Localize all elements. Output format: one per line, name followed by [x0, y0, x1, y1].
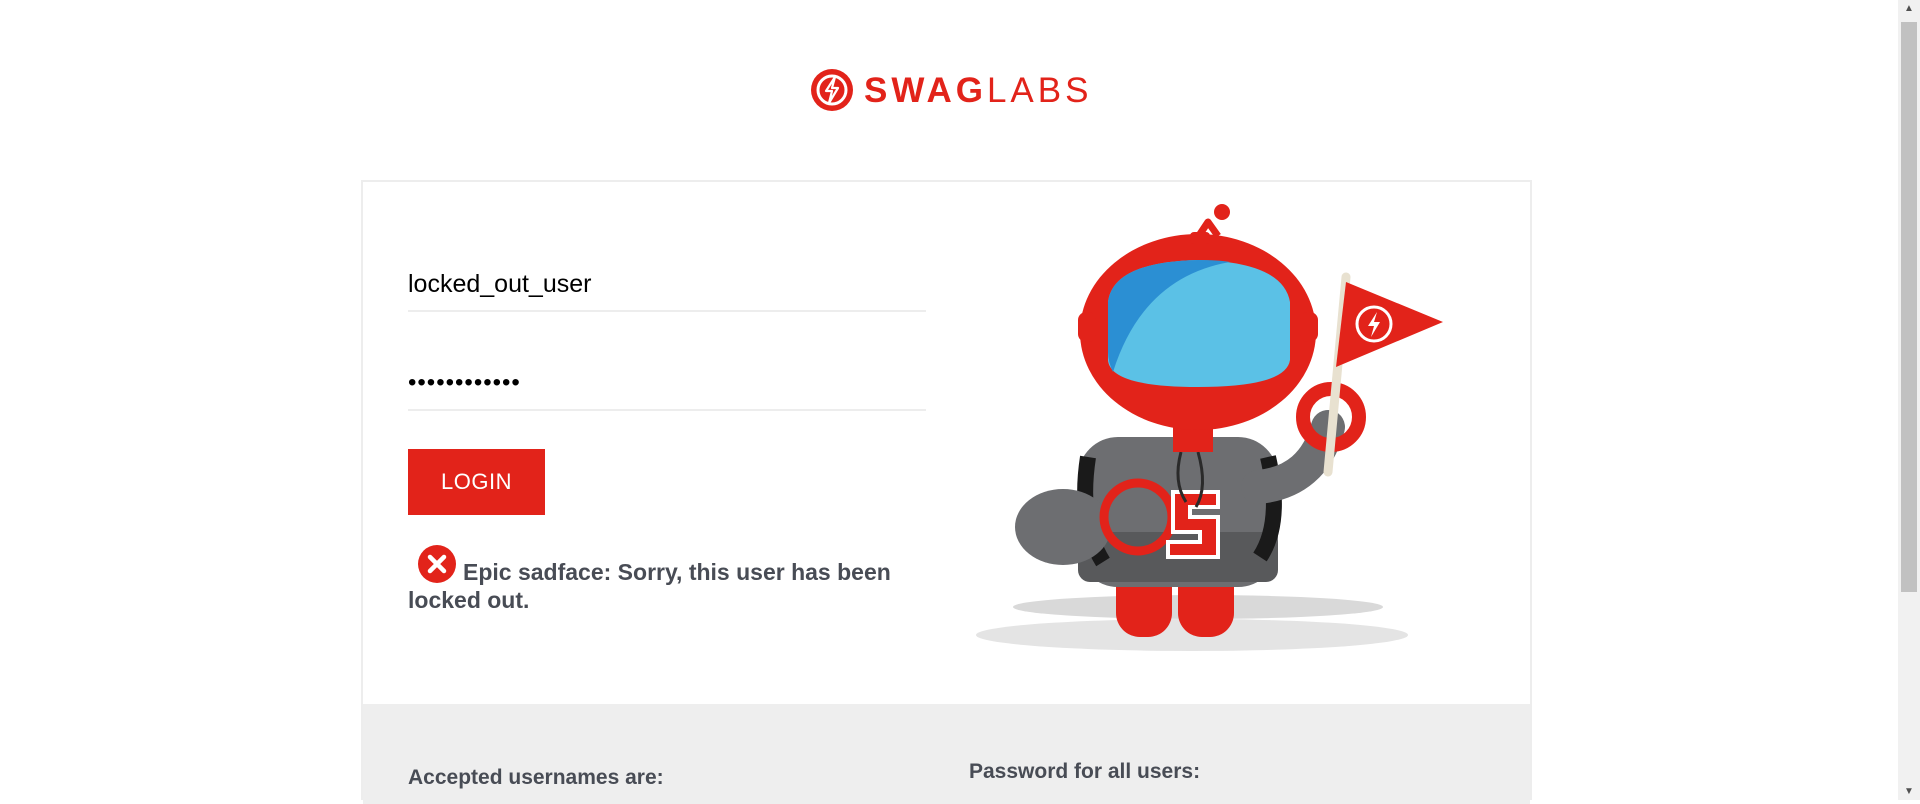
- login-button[interactable]: LOGIN: [408, 449, 545, 515]
- scroll-up-arrow-icon[interactable]: ▲: [1898, 0, 1920, 17]
- scrollbar-thumb[interactable]: [1901, 22, 1917, 592]
- logo-labs-text: LABS: [986, 70, 1093, 110]
- logo-swag-text: SWAG: [864, 70, 987, 110]
- username-input[interactable]: [408, 258, 926, 312]
- swag-bot-mascot-image: [976, 204, 1443, 651]
- error-message-text: Epic sadface: Sorry, this user has been …: [408, 559, 891, 613]
- error-message-container: Epic sadface: Sorry, this user has been …: [408, 544, 938, 614]
- login-page: SWAGLABS LOGIN Epic sadface: Sorry, this…: [0, 0, 1898, 804]
- swag-labs-logo: SWAGLABS: [810, 67, 1092, 113]
- password-info-heading: Password for all users:: [969, 760, 1201, 783]
- error-circle-x-icon[interactable]: [417, 544, 457, 584]
- scroll-down-arrow-icon[interactable]: ▼: [1898, 783, 1920, 800]
- login-form-area: LOGIN Epic sadface: Sorry, this user has…: [363, 182, 1530, 704]
- swag-labs-logo-icon: [811, 69, 853, 111]
- login-card: LOGIN Epic sadface: Sorry, this user has…: [361, 180, 1532, 804]
- password-input[interactable]: [408, 357, 926, 411]
- accepted-usernames-heading: Accepted usernames are:: [408, 766, 664, 789]
- vertical-scrollbar[interactable]: ▲ ▼: [1898, 0, 1920, 800]
- logo-wordmark: SWAGLABS: [864, 73, 1092, 108]
